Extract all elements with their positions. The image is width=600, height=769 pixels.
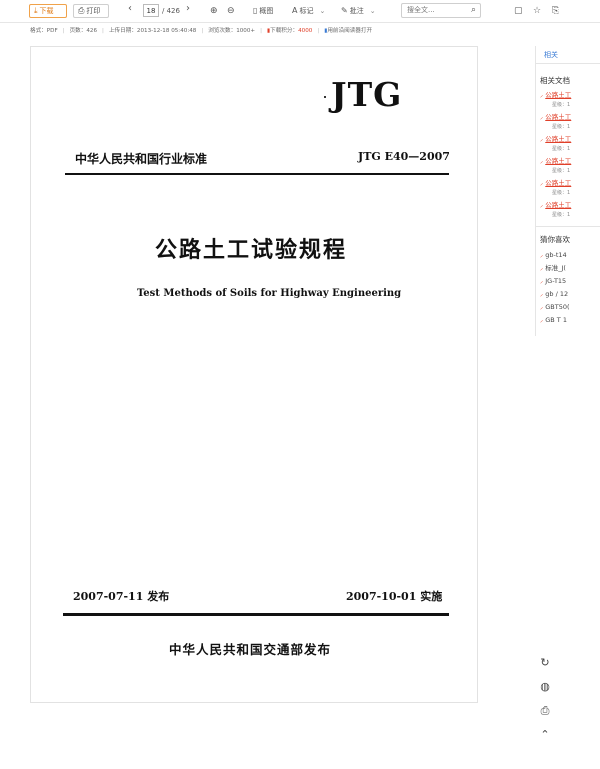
footer-rule — [63, 613, 449, 616]
open-in-app-link[interactable]: 用前沿阅读器打开 — [327, 24, 372, 38]
chevron-down-icon: ⌄ — [369, 7, 376, 15]
printer-icon: ⎙ — [78, 6, 85, 15]
related-doc-item[interactable]: ⸝ 公路土工 — [540, 135, 571, 144]
next-page-icon[interactable]: › — [186, 3, 190, 15]
download-button[interactable]: ⤓ 下载 — [29, 4, 67, 18]
jtg-logo: JTG — [331, 75, 403, 114]
highlighter-icon: A — [292, 6, 298, 15]
zoom-out-icon[interactable]: ⊖ — [227, 5, 235, 17]
pen-icon: ✎ — [341, 6, 348, 15]
info-views: 浏览次数：1000+ — [208, 28, 256, 34]
info-pages: 页数：426 — [69, 28, 98, 34]
related-doc-item[interactable]: ⸝ 公路土工 — [540, 113, 571, 122]
document-info-bar: 格式：PDF | 页数：426 | 上传日期：2013-12-18 05:40:… — [30, 24, 570, 38]
effective-date: 2007-10-01 实施 — [346, 590, 443, 603]
publisher: 中华人民共和国交通部发布 — [169, 642, 332, 657]
pdf-icon: ⸝ — [540, 135, 544, 143]
guess-item[interactable]: ⸝ GBT50( — [540, 303, 570, 312]
pdf-icon: ⸝ — [540, 201, 544, 209]
guess-item[interactable]: ⸝ gb-t14 — [540, 251, 567, 260]
search-input[interactable]: 搜全文... ⌕ — [401, 3, 481, 18]
document-page: JTG 中华人民共和国行业标准 JTG E40—2007 公路土工试验规程 Te… — [30, 46, 478, 703]
pdf-icon: ⸝ — [540, 91, 544, 99]
pdf-icon: ⸝ — [540, 277, 544, 285]
pdf-icon: ⸝ — [540, 316, 544, 324]
pdf-icon: ⸝ — [540, 251, 544, 259]
annotate-button[interactable]: ✎ 批注 ⌄ — [341, 5, 376, 17]
related-doc-item[interactable]: ⸝ 公路土工 — [540, 179, 571, 188]
guess-item[interactable]: ⸝ JG-T15 — [540, 277, 566, 286]
title-chinese: 公路土工试验规程 — [155, 238, 348, 263]
thumbnail-button[interactable]: ▯ 概图 — [253, 5, 273, 17]
search-icon[interactable]: ⌕ — [471, 4, 476, 17]
page-number-input[interactable]: 18 — [143, 4, 159, 17]
print-button[interactable]: ⎙ 打印 — [73, 4, 109, 18]
sidebar-divider — [536, 226, 600, 227]
guess-item[interactable]: ⸝ 标准_J( — [540, 264, 566, 273]
info-upload-date: 上传日期：2013-12-18 05:40:48 — [108, 28, 197, 34]
star-icon[interactable]: ☆ — [533, 5, 541, 17]
mark-button[interactable]: A 标记 ⌄ — [292, 5, 325, 17]
info-points-label: 下载积分： — [270, 28, 299, 34]
page-total: / 426 — [162, 7, 180, 15]
guess-item[interactable]: ⸝ gb / 12 — [540, 290, 568, 299]
related-doc-rating: 星级：1 — [552, 102, 571, 108]
save-icon[interactable]: ▢ — [514, 5, 523, 17]
download-icon: ⤓ — [34, 6, 38, 15]
related-doc-rating: 星级：1 — [552, 146, 571, 152]
issue-date: 2007-07-11 发布 — [73, 590, 170, 603]
download-file-icon[interactable]: ⎘ — [552, 5, 559, 17]
logo-dot — [324, 96, 326, 98]
related-doc-item[interactable]: ⸝ 公路土工 — [540, 91, 571, 100]
pdf-icon: ⸝ — [540, 179, 544, 187]
related-doc-item[interactable]: ⸝ 公路土工 — [540, 201, 571, 210]
related-sidebar: 相关 相关文档 ⸝ 公路土工 星级：1 ⸝ 公路土工 星级：1 ⸝ 公路土工 星级：1… — [535, 46, 600, 336]
related-doc-rating: 星级：1 — [552, 190, 571, 196]
pdf-icon: ⸝ — [540, 290, 544, 298]
related-doc-item[interactable]: ⸝ 公路土工 — [540, 157, 571, 166]
pdf-icon: ⸝ — [540, 157, 544, 165]
header-rule — [65, 173, 449, 175]
zoom-in-icon[interactable]: ⊕ — [210, 5, 218, 17]
info-points-value: 4000 — [298, 28, 313, 34]
pdf-icon: ⸝ — [540, 264, 544, 272]
standard-category: 中华人民共和国行业标准 — [75, 152, 208, 166]
toolbar: ⤓ 下载 ⎙ 打印 ‹ 18 / 426 › ⊕ ⊖ ▯ 概图 A 标记 ⌄ ✎… — [0, 0, 600, 23]
related-doc-rating: 星级：1 — [552, 124, 571, 130]
info-format: 格式：PDF — [30, 28, 58, 34]
guess-you-like-title: 猜你喜欢 — [540, 235, 570, 244]
pdf-icon: ⸝ — [540, 303, 544, 311]
pdf-icon: ⸝ — [540, 113, 544, 121]
related-doc-rating: 星级：1 — [552, 212, 571, 218]
print-float-icon[interactable]: ⎙ — [538, 704, 552, 718]
thumbnail-icon: ▯ — [253, 6, 258, 15]
chevron-down-icon: ⌄ — [319, 7, 326, 15]
title-english: Test Methods of Soils for Highway Engine… — [137, 288, 402, 299]
related-doc-rating: 星级：1 — [552, 168, 571, 174]
refresh-icon[interactable]: ↻ — [538, 656, 552, 669]
wechat-icon[interactable]: ◍ — [538, 680, 552, 693]
guess-item[interactable]: ⸝ GB T 1 — [540, 316, 567, 325]
related-docs-title: 相关文档 — [540, 76, 570, 85]
back-to-top-icon[interactable]: ⌃ — [538, 728, 552, 741]
tab-related[interactable]: 相关 — [536, 46, 600, 64]
prev-page-icon[interactable]: ‹ — [128, 3, 132, 15]
standard-code: JTG E40—2007 — [358, 150, 450, 163]
